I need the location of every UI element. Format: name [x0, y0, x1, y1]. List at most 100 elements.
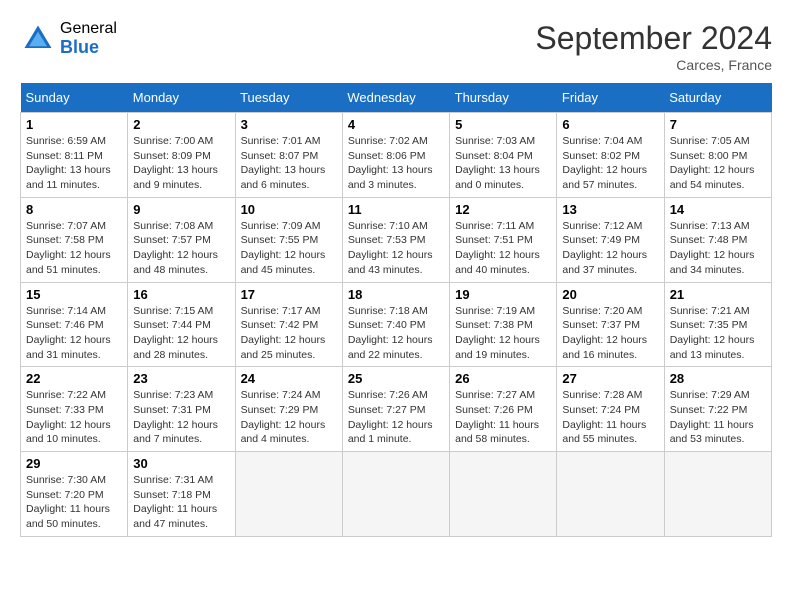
day-info: Sunrise: 7:03 AMSunset: 8:04 PMDaylight:…	[455, 134, 551, 193]
day-info: Sunrise: 7:17 AMSunset: 7:42 PMDaylight:…	[241, 304, 337, 363]
header-tuesday: Tuesday	[235, 83, 342, 113]
day-number: 4	[348, 117, 444, 132]
day-info: Sunrise: 7:26 AMSunset: 7:27 PMDaylight:…	[348, 388, 444, 447]
calendar-cell: 18 Sunrise: 7:18 AMSunset: 7:40 PMDayligh…	[342, 282, 449, 367]
day-info: Sunrise: 7:11 AMSunset: 7:51 PMDaylight:…	[455, 219, 551, 278]
header-saturday: Saturday	[664, 83, 771, 113]
calendar-cell: 29 Sunrise: 7:30 AMSunset: 7:20 PMDayligh…	[21, 452, 128, 537]
day-info: Sunrise: 7:12 AMSunset: 7:49 PMDaylight:…	[562, 219, 658, 278]
calendar-cell: 9 Sunrise: 7:08 AMSunset: 7:57 PMDaylight…	[128, 197, 235, 282]
day-info: Sunrise: 7:18 AMSunset: 7:40 PMDaylight:…	[348, 304, 444, 363]
calendar-week-2: 8 Sunrise: 7:07 AMSunset: 7:58 PMDaylight…	[21, 197, 772, 282]
day-info: Sunrise: 7:00 AMSunset: 8:09 PMDaylight:…	[133, 134, 229, 193]
calendar-cell: 21Sunrise: 7:21 AMSunset: 7:35 PMDayligh…	[664, 282, 771, 367]
calendar-cell: 20Sunrise: 7:20 AMSunset: 7:37 PMDayligh…	[557, 282, 664, 367]
calendar-table: SundayMondayTuesdayWednesdayThursdayFrid…	[20, 83, 772, 537]
day-info: Sunrise: 7:29 AMSunset: 7:22 PMDaylight:…	[670, 388, 766, 447]
day-number: 6	[562, 117, 658, 132]
day-info: Sunrise: 7:10 AMSunset: 7:53 PMDaylight:…	[348, 219, 444, 278]
day-info: Sunrise: 7:31 AMSunset: 7:18 PMDaylight:…	[133, 473, 229, 532]
day-number: 5	[455, 117, 551, 132]
day-number: 29	[26, 456, 122, 471]
day-info: Sunrise: 7:22 AMSunset: 7:33 PMDaylight:…	[26, 388, 122, 447]
calendar-cell: 15Sunrise: 7:14 AMSunset: 7:46 PMDayligh…	[21, 282, 128, 367]
calendar-cell	[450, 452, 557, 537]
day-number: 16	[133, 287, 229, 302]
calendar-cell: 5 Sunrise: 7:03 AMSunset: 8:04 PMDaylight…	[450, 113, 557, 198]
calendar-cell: 19Sunrise: 7:19 AMSunset: 7:38 PMDayligh…	[450, 282, 557, 367]
header-monday: Monday	[128, 83, 235, 113]
calendar-cell	[664, 452, 771, 537]
calendar-cell	[235, 452, 342, 537]
header-wednesday: Wednesday	[342, 83, 449, 113]
day-info: Sunrise: 7:27 AMSunset: 7:26 PMDaylight:…	[455, 388, 551, 447]
day-info: Sunrise: 7:04 AMSunset: 8:02 PMDaylight:…	[562, 134, 658, 193]
day-number: 11	[348, 202, 444, 217]
day-number: 19	[455, 287, 551, 302]
day-info: Sunrise: 7:23 AMSunset: 7:31 PMDaylight:…	[133, 388, 229, 447]
day-info: Sunrise: 7:02 AMSunset: 8:06 PMDaylight:…	[348, 134, 444, 193]
month-title: September 2024	[535, 20, 772, 57]
day-number: 26	[455, 371, 551, 386]
header-sunday: Sunday	[21, 83, 128, 113]
calendar-cell: 27 Sunrise: 7:28 AMSunset: 7:24 PMDayligh…	[557, 367, 664, 452]
day-info: Sunrise: 7:08 AMSunset: 7:57 PMDaylight:…	[133, 219, 229, 278]
page-header: General Blue September 2024 Carces, Fran…	[20, 20, 772, 73]
day-info: Sunrise: 7:07 AMSunset: 7:58 PMDaylight:…	[26, 219, 122, 278]
calendar-cell: 8 Sunrise: 7:07 AMSunset: 7:58 PMDaylight…	[21, 197, 128, 282]
calendar-cell: 23Sunrise: 7:23 AMSunset: 7:31 PMDayligh…	[128, 367, 235, 452]
calendar-cell: 14Sunrise: 7:13 AMSunset: 7:48 PMDayligh…	[664, 197, 771, 282]
day-number: 12	[455, 202, 551, 217]
day-info: Sunrise: 7:30 AMSunset: 7:20 PMDaylight:…	[26, 473, 122, 532]
calendar-week-3: 15Sunrise: 7:14 AMSunset: 7:46 PMDayligh…	[21, 282, 772, 367]
calendar-cell: 7 Sunrise: 7:05 AMSunset: 8:00 PMDaylight…	[664, 113, 771, 198]
day-number: 9	[133, 202, 229, 217]
logo-blue: Blue	[60, 38, 117, 58]
calendar-cell: 25 Sunrise: 7:26 AMSunset: 7:27 PMDayligh…	[342, 367, 449, 452]
calendar-cell: 4 Sunrise: 7:02 AMSunset: 8:06 PMDaylight…	[342, 113, 449, 198]
day-number: 1	[26, 117, 122, 132]
day-number: 21	[670, 287, 766, 302]
calendar-cell: 11 Sunrise: 7:10 AMSunset: 7:53 PMDayligh…	[342, 197, 449, 282]
calendar-cell: 22 Sunrise: 7:22 AMSunset: 7:33 PMDayligh…	[21, 367, 128, 452]
day-info: Sunrise: 7:28 AMSunset: 7:24 PMDaylight:…	[562, 388, 658, 447]
day-number: 30	[133, 456, 229, 471]
day-number: 2	[133, 117, 229, 132]
calendar-cell: 3 Sunrise: 7:01 AMSunset: 8:07 PMDaylight…	[235, 113, 342, 198]
logo: General Blue	[20, 20, 117, 57]
location-subtitle: Carces, France	[535, 57, 772, 73]
day-number: 18	[348, 287, 444, 302]
calendar-cell	[342, 452, 449, 537]
day-number: 25	[348, 371, 444, 386]
logo-general: General	[60, 20, 117, 38]
day-number: 10	[241, 202, 337, 217]
day-info: Sunrise: 7:09 AMSunset: 7:55 PMDaylight:…	[241, 219, 337, 278]
calendar-cell: 1 Sunrise: 6:59 AMSunset: 8:11 PMDaylight…	[21, 113, 128, 198]
header-friday: Friday	[557, 83, 664, 113]
day-info: Sunrise: 7:24 AMSunset: 7:29 PMDaylight:…	[241, 388, 337, 447]
calendar-cell: 30 Sunrise: 7:31 AMSunset: 7:18 PMDayligh…	[128, 452, 235, 537]
calendar-week-5: 29 Sunrise: 7:30 AMSunset: 7:20 PMDayligh…	[21, 452, 772, 537]
day-info: Sunrise: 7:01 AMSunset: 8:07 PMDaylight:…	[241, 134, 337, 193]
calendar-cell: 26 Sunrise: 7:27 AMSunset: 7:26 PMDayligh…	[450, 367, 557, 452]
logo-icon	[20, 21, 56, 57]
day-number: 7	[670, 117, 766, 132]
header-thursday: Thursday	[450, 83, 557, 113]
calendar-cell: 6 Sunrise: 7:04 AMSunset: 8:02 PMDaylight…	[557, 113, 664, 198]
calendar-week-1: 1 Sunrise: 6:59 AMSunset: 8:11 PMDaylight…	[21, 113, 772, 198]
calendar-week-4: 22 Sunrise: 7:22 AMSunset: 7:33 PMDayligh…	[21, 367, 772, 452]
day-info: Sunrise: 7:14 AMSunset: 7:46 PMDaylight:…	[26, 304, 122, 363]
day-number: 28	[670, 371, 766, 386]
calendar-cell: 2 Sunrise: 7:00 AMSunset: 8:09 PMDaylight…	[128, 113, 235, 198]
calendar-cell: 12 Sunrise: 7:11 AMSunset: 7:51 PMDayligh…	[450, 197, 557, 282]
day-info: Sunrise: 7:05 AMSunset: 8:00 PMDaylight:…	[670, 134, 766, 193]
day-number: 27	[562, 371, 658, 386]
day-info: Sunrise: 6:59 AMSunset: 8:11 PMDaylight:…	[26, 134, 122, 193]
day-number: 24	[241, 371, 337, 386]
day-number: 3	[241, 117, 337, 132]
day-number: 22	[26, 371, 122, 386]
day-info: Sunrise: 7:20 AMSunset: 7:37 PMDaylight:…	[562, 304, 658, 363]
calendar-cell: 16Sunrise: 7:15 AMSunset: 7:44 PMDayligh…	[128, 282, 235, 367]
day-number: 8	[26, 202, 122, 217]
logo-text: General Blue	[60, 20, 117, 57]
